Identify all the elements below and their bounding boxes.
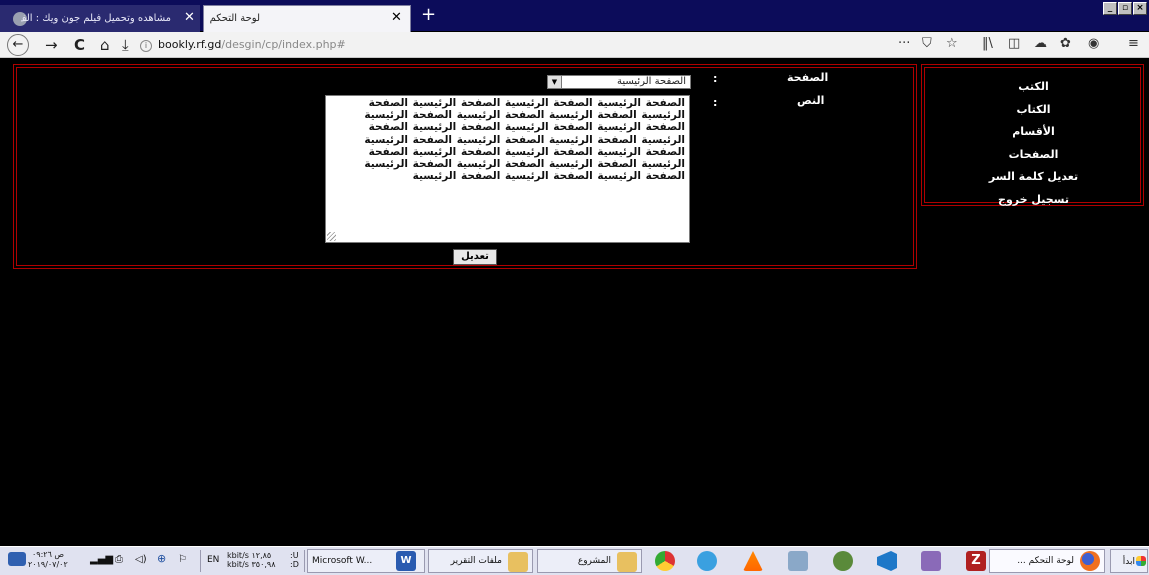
chevron-down-icon[interactable]: ▼	[548, 76, 562, 88]
sidebar-item-pages[interactable]: الصفحات	[925, 144, 1142, 167]
back-button[interactable]: ←	[7, 34, 29, 56]
edit-page-panel: الصفحة : الصفحة الرئيسية ▼ النص : الصفحة…	[13, 64, 917, 269]
sidebar-item-logout[interactable]: تسجيل خروج	[925, 189, 1142, 212]
forward-icon[interactable]: →	[45, 36, 58, 54]
extension-icon[interactable]: ☁	[1034, 36, 1047, 51]
submit-edit-button[interactable]: تعديل	[453, 249, 497, 265]
tab-title: مشاهده وتحميل فيلم جون ويك : الف	[21, 13, 171, 24]
info-icon[interactable]: i	[140, 40, 152, 52]
extension-icon[interactable]: ◉	[1088, 36, 1099, 51]
text-colon: :	[713, 96, 718, 109]
window-controls: _ ▫ ×	[1103, 2, 1147, 15]
page-select-value: الصفحة الرئيسية	[617, 76, 686, 87]
close-window-button[interactable]: ×	[1133, 2, 1147, 15]
page-content: الصفحة : الصفحة الرئيسية ▼ النص : الصفحة…	[6, 59, 1144, 545]
bookmark-star-icon[interactable]: ☆	[946, 36, 958, 51]
menu-icon[interactable]: ≡	[1128, 36, 1139, 51]
tab-movie[interactable]: مشاهده وتحميل فيلم جون ويك : الف ✕	[0, 5, 200, 32]
chrome-icon[interactable]	[655, 551, 675, 571]
tree-app-icon[interactable]	[833, 551, 853, 571]
taskbar-word-window[interactable]: Microsoft W... W	[307, 549, 425, 573]
download-icon[interactable]: ⤓	[122, 36, 129, 54]
page-text-content: الصفحة الرئيسية الصفحة الرئيسية الصفحة ا…	[364, 97, 685, 183]
divider	[304, 550, 305, 572]
window-label: Microsoft W...	[312, 556, 373, 566]
window-label: ملفات التقرير	[450, 556, 502, 566]
filezilla-icon[interactable]: Z	[966, 551, 986, 571]
tab-control-panel[interactable]: لوحة التحكم ✕	[203, 5, 411, 32]
volume-icon[interactable]: ◁)	[135, 555, 147, 565]
show-desktop-icon[interactable]	[8, 552, 26, 566]
page-text-area[interactable]: الصفحة الرئيسية الصفحة الرئيسية الصفحة ا…	[325, 95, 690, 243]
start-button[interactable]: ابدأ	[1110, 549, 1148, 573]
vscode-icon[interactable]	[877, 551, 897, 571]
page-label: الصفحة	[787, 71, 829, 84]
tab-title: لوحة التحكم	[210, 13, 260, 24]
page-select[interactable]: الصفحة الرئيسية ▼	[547, 75, 691, 89]
close-icon[interactable]: ✕	[391, 10, 402, 25]
signal-icon[interactable]: ▂▄▆	[90, 555, 113, 565]
sidebar-item-books[interactable]: الكتب	[925, 76, 1142, 99]
page-colon: :	[713, 72, 718, 85]
word-icon: W	[396, 551, 416, 571]
minimize-button[interactable]: _	[1103, 2, 1117, 15]
panel-inner-border: الصفحة : الصفحة الرئيسية ▼ النص : الصفحة…	[16, 67, 914, 266]
window-label: لوحة التحكم ...	[1017, 556, 1074, 566]
close-icon[interactable]: ✕	[184, 10, 195, 25]
sidebar-item-authors[interactable]: الكتاب	[925, 99, 1142, 122]
app-icon[interactable]	[697, 551, 717, 571]
sidebar-panel: الكتب الكتاب الأقسام الصفحات تعديل كلمة …	[921, 64, 1144, 206]
window-label: المشروع	[577, 556, 611, 566]
folder-icon	[617, 552, 637, 572]
pocket-icon[interactable]: ⛉	[922, 36, 932, 51]
taskbar-firefox-window[interactable]: لوحة التحكم ...	[989, 549, 1105, 573]
library-icon[interactable]: ‖\	[982, 36, 993, 51]
text-label: النص	[797, 94, 825, 107]
app-icon[interactable]	[921, 551, 941, 571]
firefox-icon	[1080, 551, 1100, 571]
net-upload-label: :U	[290, 551, 299, 560]
divider	[200, 550, 201, 572]
vlc-icon[interactable]	[743, 551, 763, 571]
extension-icon[interactable]: ✿	[1060, 36, 1071, 51]
new-tab-button[interactable]: +	[421, 4, 436, 26]
url-host: bookly.rf.gd	[158, 38, 222, 51]
net-speed-down: kbit/s ٣٥٠,٩٨	[227, 560, 276, 569]
reload-icon[interactable]: C	[74, 36, 85, 54]
browser-tab-bar: مشاهده وتحميل فيلم جون ويك : الف ✕ لوحة …	[0, 0, 1149, 32]
sidebar-item-categories[interactable]: الأقسام	[925, 121, 1142, 144]
windows-logo-icon	[1136, 556, 1146, 566]
sidebar-item-change-password[interactable]: تعديل كلمة السر	[925, 166, 1142, 189]
panel-inner-border: الكتب الكتاب الأقسام الصفحات تعديل كلمة …	[924, 67, 1141, 206]
taskbar-project-folder[interactable]: المشروع	[537, 549, 642, 573]
url-path: /desgin/cp/index.php#	[221, 38, 346, 51]
maximize-button[interactable]: ▫	[1118, 2, 1132, 15]
url-bar[interactable]: i bookly.rf.gd/desgin/cp/index.php#	[140, 35, 840, 55]
resize-grip-icon[interactable]	[327, 232, 336, 241]
network-icon[interactable]: ⎙	[115, 555, 123, 565]
language-indicator[interactable]: EN	[207, 556, 219, 565]
sidebar-menu: الكتب الكتاب الأقسام الصفحات تعديل كلمة …	[925, 76, 1142, 211]
taskbar-report-folder[interactable]: ملفات التقرير	[428, 549, 533, 573]
flag-icon[interactable]: ⚐	[178, 555, 187, 565]
os-taskbar: ص ٠٩:٢٦ ٢٠١٩/٠٧/٠٢ ▂▄▆ ⎙ ◁) ⊕ ⚐ EN kbit/…	[0, 546, 1149, 575]
page-actions-icon[interactable]: ···	[898, 36, 910, 51]
sidebar-icon[interactable]: ◫	[1008, 36, 1020, 51]
calculator-icon[interactable]	[788, 551, 808, 571]
net-speed-up: kbit/s ١٢,٨٥	[227, 551, 272, 560]
start-label: ابدأ	[1122, 557, 1135, 567]
home-icon[interactable]: ⌂	[100, 36, 110, 54]
browser-nav-bar: ← → C ⌂ ⤓ i bookly.rf.gd/desgin/cp/index.…	[0, 32, 1149, 58]
search-icon[interactable]: ⊕	[157, 553, 166, 564]
net-download-label: :D	[290, 560, 299, 569]
clock-time[interactable]: ص ٠٩:٢٦	[32, 550, 64, 559]
clock-date[interactable]: ٢٠١٩/٠٧/٠٢	[28, 560, 68, 569]
folder-icon	[508, 552, 528, 572]
